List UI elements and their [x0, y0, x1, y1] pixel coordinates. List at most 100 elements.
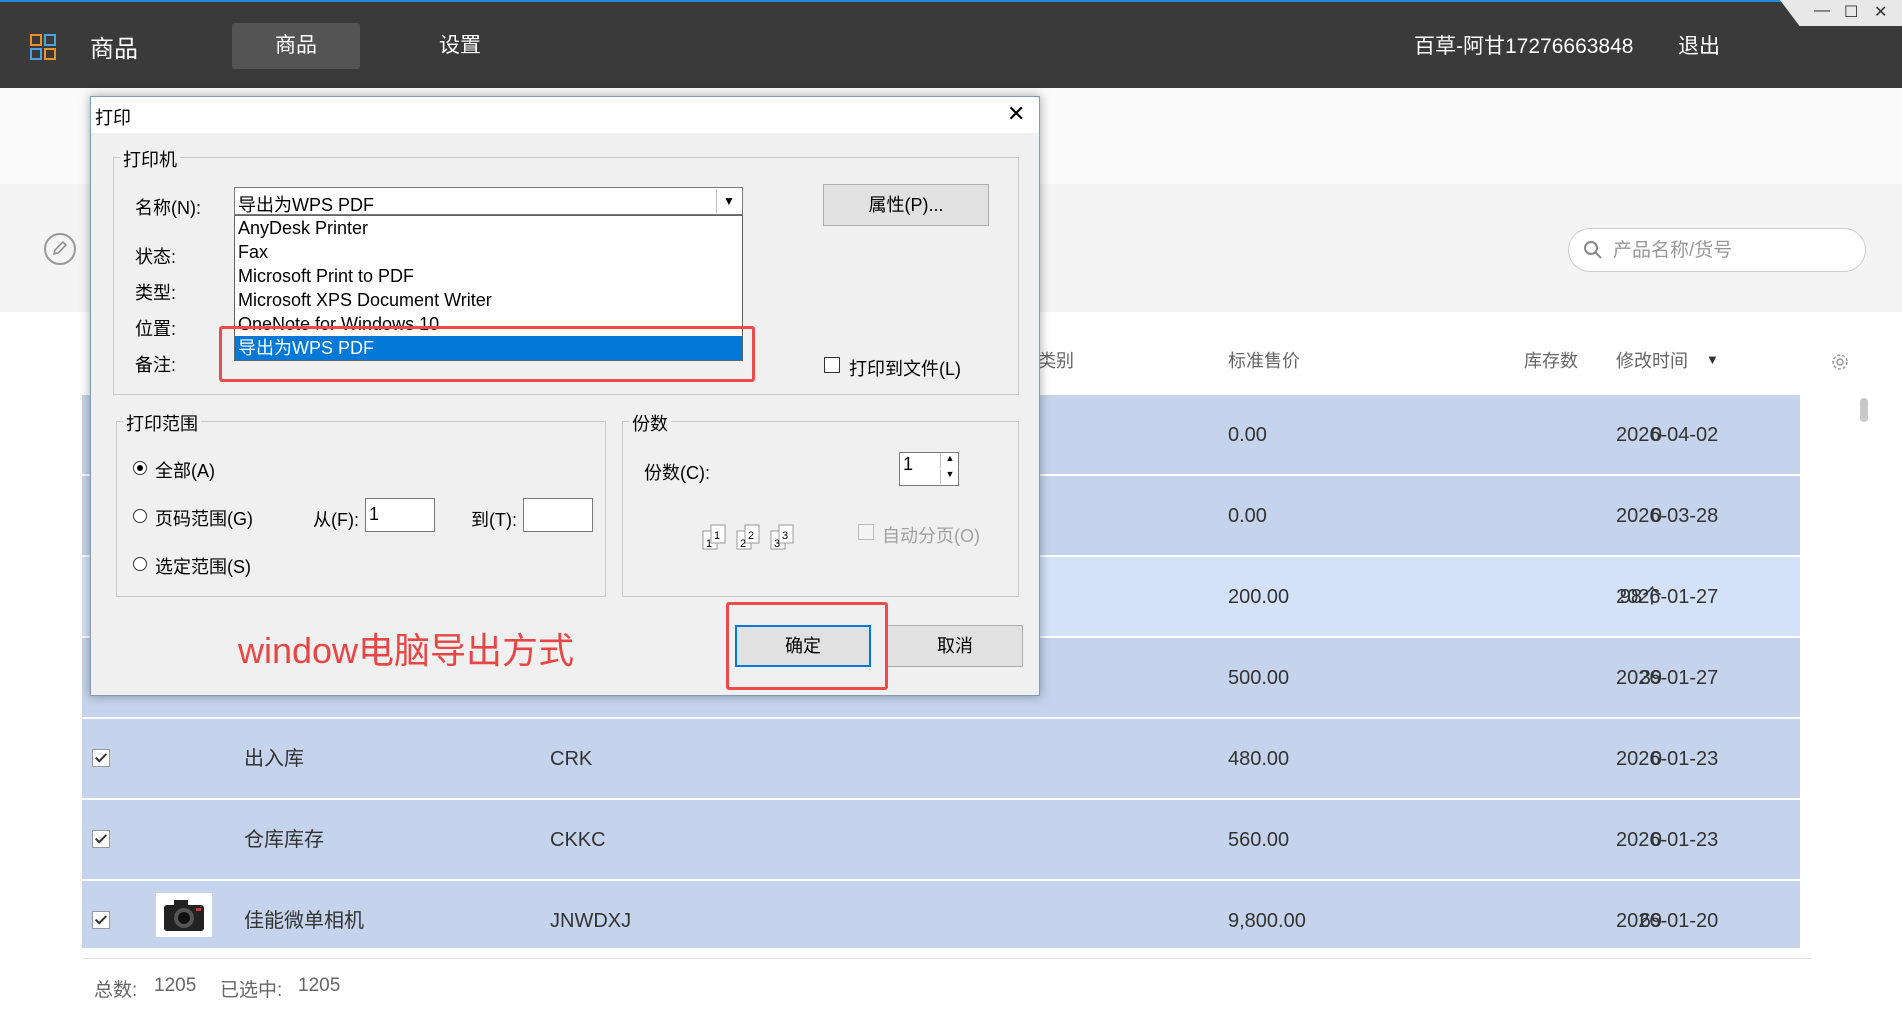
- row-checkbox[interactable]: [92, 749, 110, 767]
- printer-option[interactable]: Microsoft Print to PDF: [235, 264, 742, 288]
- gear-icon[interactable]: [1830, 352, 1850, 372]
- search-input[interactable]: [1611, 237, 1855, 265]
- svg-text:3: 3: [774, 538, 780, 550]
- to-page-input[interactable]: [523, 498, 593, 532]
- from-label: 从(F):: [313, 510, 359, 530]
- printer-option[interactable]: Fax: [235, 240, 742, 264]
- camera-icon: [164, 900, 204, 931]
- svg-text:2: 2: [748, 530, 754, 542]
- row-checkbox[interactable]: [92, 911, 110, 929]
- top-bar: 商品 商品 设置 百草-阿甘17276663848 退出: [0, 0, 1902, 88]
- maximize-icon[interactable]: ☐: [1844, 2, 1858, 22]
- camera-thumbnail: [156, 893, 212, 937]
- header-price[interactable]: 标准售价: [1228, 347, 1300, 373]
- total-count: 1205: [154, 975, 197, 996]
- modified-cell: 2026-01-23: [1616, 748, 1719, 770]
- collate-pages-icon: 11 22 33: [702, 524, 794, 550]
- app-grid-icon: [30, 34, 56, 60]
- table-row[interactable]: 出入库 CRK 480.00 0 2026-01-23: [82, 719, 1800, 799]
- modified-cell: 2026-01-27: [1616, 667, 1719, 689]
- range-selection-radio[interactable]: [133, 557, 147, 571]
- scrollbar-thumb[interactable]: [1860, 398, 1868, 422]
- tab-settings[interactable]: 设置: [412, 23, 508, 69]
- collate-label: 自动分页(O): [882, 526, 980, 546]
- range-all-label[interactable]: 全部(A): [155, 457, 215, 483]
- product-code-cell: CKKC: [550, 829, 606, 851]
- properties-button[interactable]: 属性(P)...: [823, 184, 989, 226]
- price-cell: 480.00: [1228, 748, 1290, 770]
- total-label: 总数:: [94, 980, 138, 1001]
- svg-text:1: 1: [714, 530, 720, 542]
- cancel-button[interactable]: 取消: [887, 625, 1023, 667]
- sort-desc-icon[interactable]: ▼: [1706, 352, 1719, 367]
- price-cell: 500.00: [1228, 667, 1290, 689]
- product-code-cell: CRK: [550, 748, 593, 770]
- chevron-down-icon[interactable]: ▼: [716, 189, 741, 213]
- print-to-file-checkbox[interactable]: [824, 357, 840, 373]
- printer-option[interactable]: Microsoft XPS Document Writer: [235, 288, 742, 312]
- svg-text:2: 2: [740, 538, 746, 550]
- comment-label: 备注:: [135, 355, 177, 375]
- from-page-input[interactable]: 1: [365, 498, 435, 532]
- close-icon[interactable]: ✕: [1007, 101, 1025, 127]
- product-name-cell: 出入库: [244, 748, 304, 770]
- header-modified[interactable]: 修改时间: [1616, 347, 1688, 373]
- product-code-cell: JNWDXJ: [550, 910, 632, 932]
- range-pages-radio[interactable]: [133, 509, 147, 523]
- modified-cell: 2026-01-27: [1616, 586, 1719, 608]
- modified-cell: 2026-01-23: [1616, 829, 1719, 851]
- printer-option-selected[interactable]: 导出为WPS PDF: [235, 336, 742, 360]
- copies-group: 份数: [622, 410, 1019, 597]
- ok-button[interactable]: 确定: [735, 625, 871, 667]
- location-label: 位置:: [135, 319, 177, 339]
- user-account[interactable]: 百草-阿甘17276663848: [1414, 30, 1633, 60]
- table-row[interactable]: 佳能微单相机 JNWDXJ 9,800.00 69 2026-01-20: [82, 881, 1800, 949]
- close-window-icon[interactable]: ✕: [1874, 2, 1887, 22]
- footer-divider: [82, 958, 1812, 959]
- app-name: 商品: [90, 36, 138, 63]
- status-label: 状态:: [135, 247, 177, 267]
- printer-option[interactable]: AnyDesk Printer: [235, 216, 742, 240]
- printer-select[interactable]: 导出为WPS PDF ▼: [234, 187, 743, 215]
- search-box[interactable]: [1568, 228, 1866, 272]
- selected-count: 1205: [298, 975, 341, 996]
- price-cell: 0.00: [1228, 505, 1267, 527]
- spinner-down-icon[interactable]: ▼: [940, 469, 959, 484]
- printer-name-label: 名称(N):: [135, 198, 201, 218]
- printer-select-value: 导出为WPS PDF: [238, 195, 375, 215]
- logout-link[interactable]: 退出: [1678, 30, 1720, 60]
- window-controls: — ☐ ✕: [1780, 0, 1902, 26]
- dialog-title: 打印: [95, 108, 131, 128]
- tab-products[interactable]: 商品: [232, 23, 360, 69]
- modified-cell: 2026-01-20: [1616, 910, 1719, 932]
- range-all-radio[interactable]: [133, 461, 147, 475]
- dialog-titlebar[interactable]: 打印 ✕: [91, 97, 1039, 133]
- print-to-file-label[interactable]: 打印到文件(L): [849, 355, 961, 381]
- price-cell: 9,800.00: [1228, 910, 1306, 932]
- spinner-up-icon[interactable]: ▲: [940, 453, 959, 468]
- modified-cell: 2026-04-02: [1616, 424, 1719, 446]
- annotation-text: window电脑导出方式: [238, 630, 575, 671]
- range-selection-label[interactable]: 选定范围(S): [155, 553, 251, 579]
- printer-option[interactable]: OneNote for Windows 10: [235, 312, 742, 336]
- product-name-cell: 仓库库存: [244, 829, 324, 851]
- collate-checkbox[interactable]: [858, 524, 874, 540]
- printer-dropdown-list[interactable]: AnyDesk Printer Fax Microsoft Print to P…: [234, 215, 743, 361]
- printer-group-label: 打印机: [120, 146, 180, 172]
- copies-group-label: 份数: [629, 410, 671, 436]
- modified-cell: 2026-03-28: [1616, 505, 1719, 527]
- svg-text:3: 3: [782, 530, 788, 542]
- header-stock[interactable]: 库存数: [1524, 347, 1578, 373]
- price-cell: 560.00: [1228, 829, 1290, 851]
- print-dialog: 打印 ✕ 打印机 名称(N): 状态: 类型: 位置: 备注: 导出为WPS P…: [90, 96, 1040, 696]
- range-pages-label[interactable]: 页码范围(G): [155, 505, 253, 531]
- header-category[interactable]: 类别: [1038, 347, 1074, 373]
- price-cell: 200.00: [1228, 586, 1290, 608]
- minimize-icon[interactable]: —: [1814, 2, 1830, 20]
- type-label: 类型:: [135, 283, 177, 303]
- edit-icon[interactable]: [44, 233, 76, 265]
- table-row[interactable]: 仓库库存 CKKC 560.00 0 2026-01-23: [82, 800, 1800, 880]
- row-checkbox[interactable]: [92, 830, 110, 848]
- selected-label: 已选中:: [220, 980, 283, 1001]
- to-label: 到(T):: [471, 510, 517, 530]
